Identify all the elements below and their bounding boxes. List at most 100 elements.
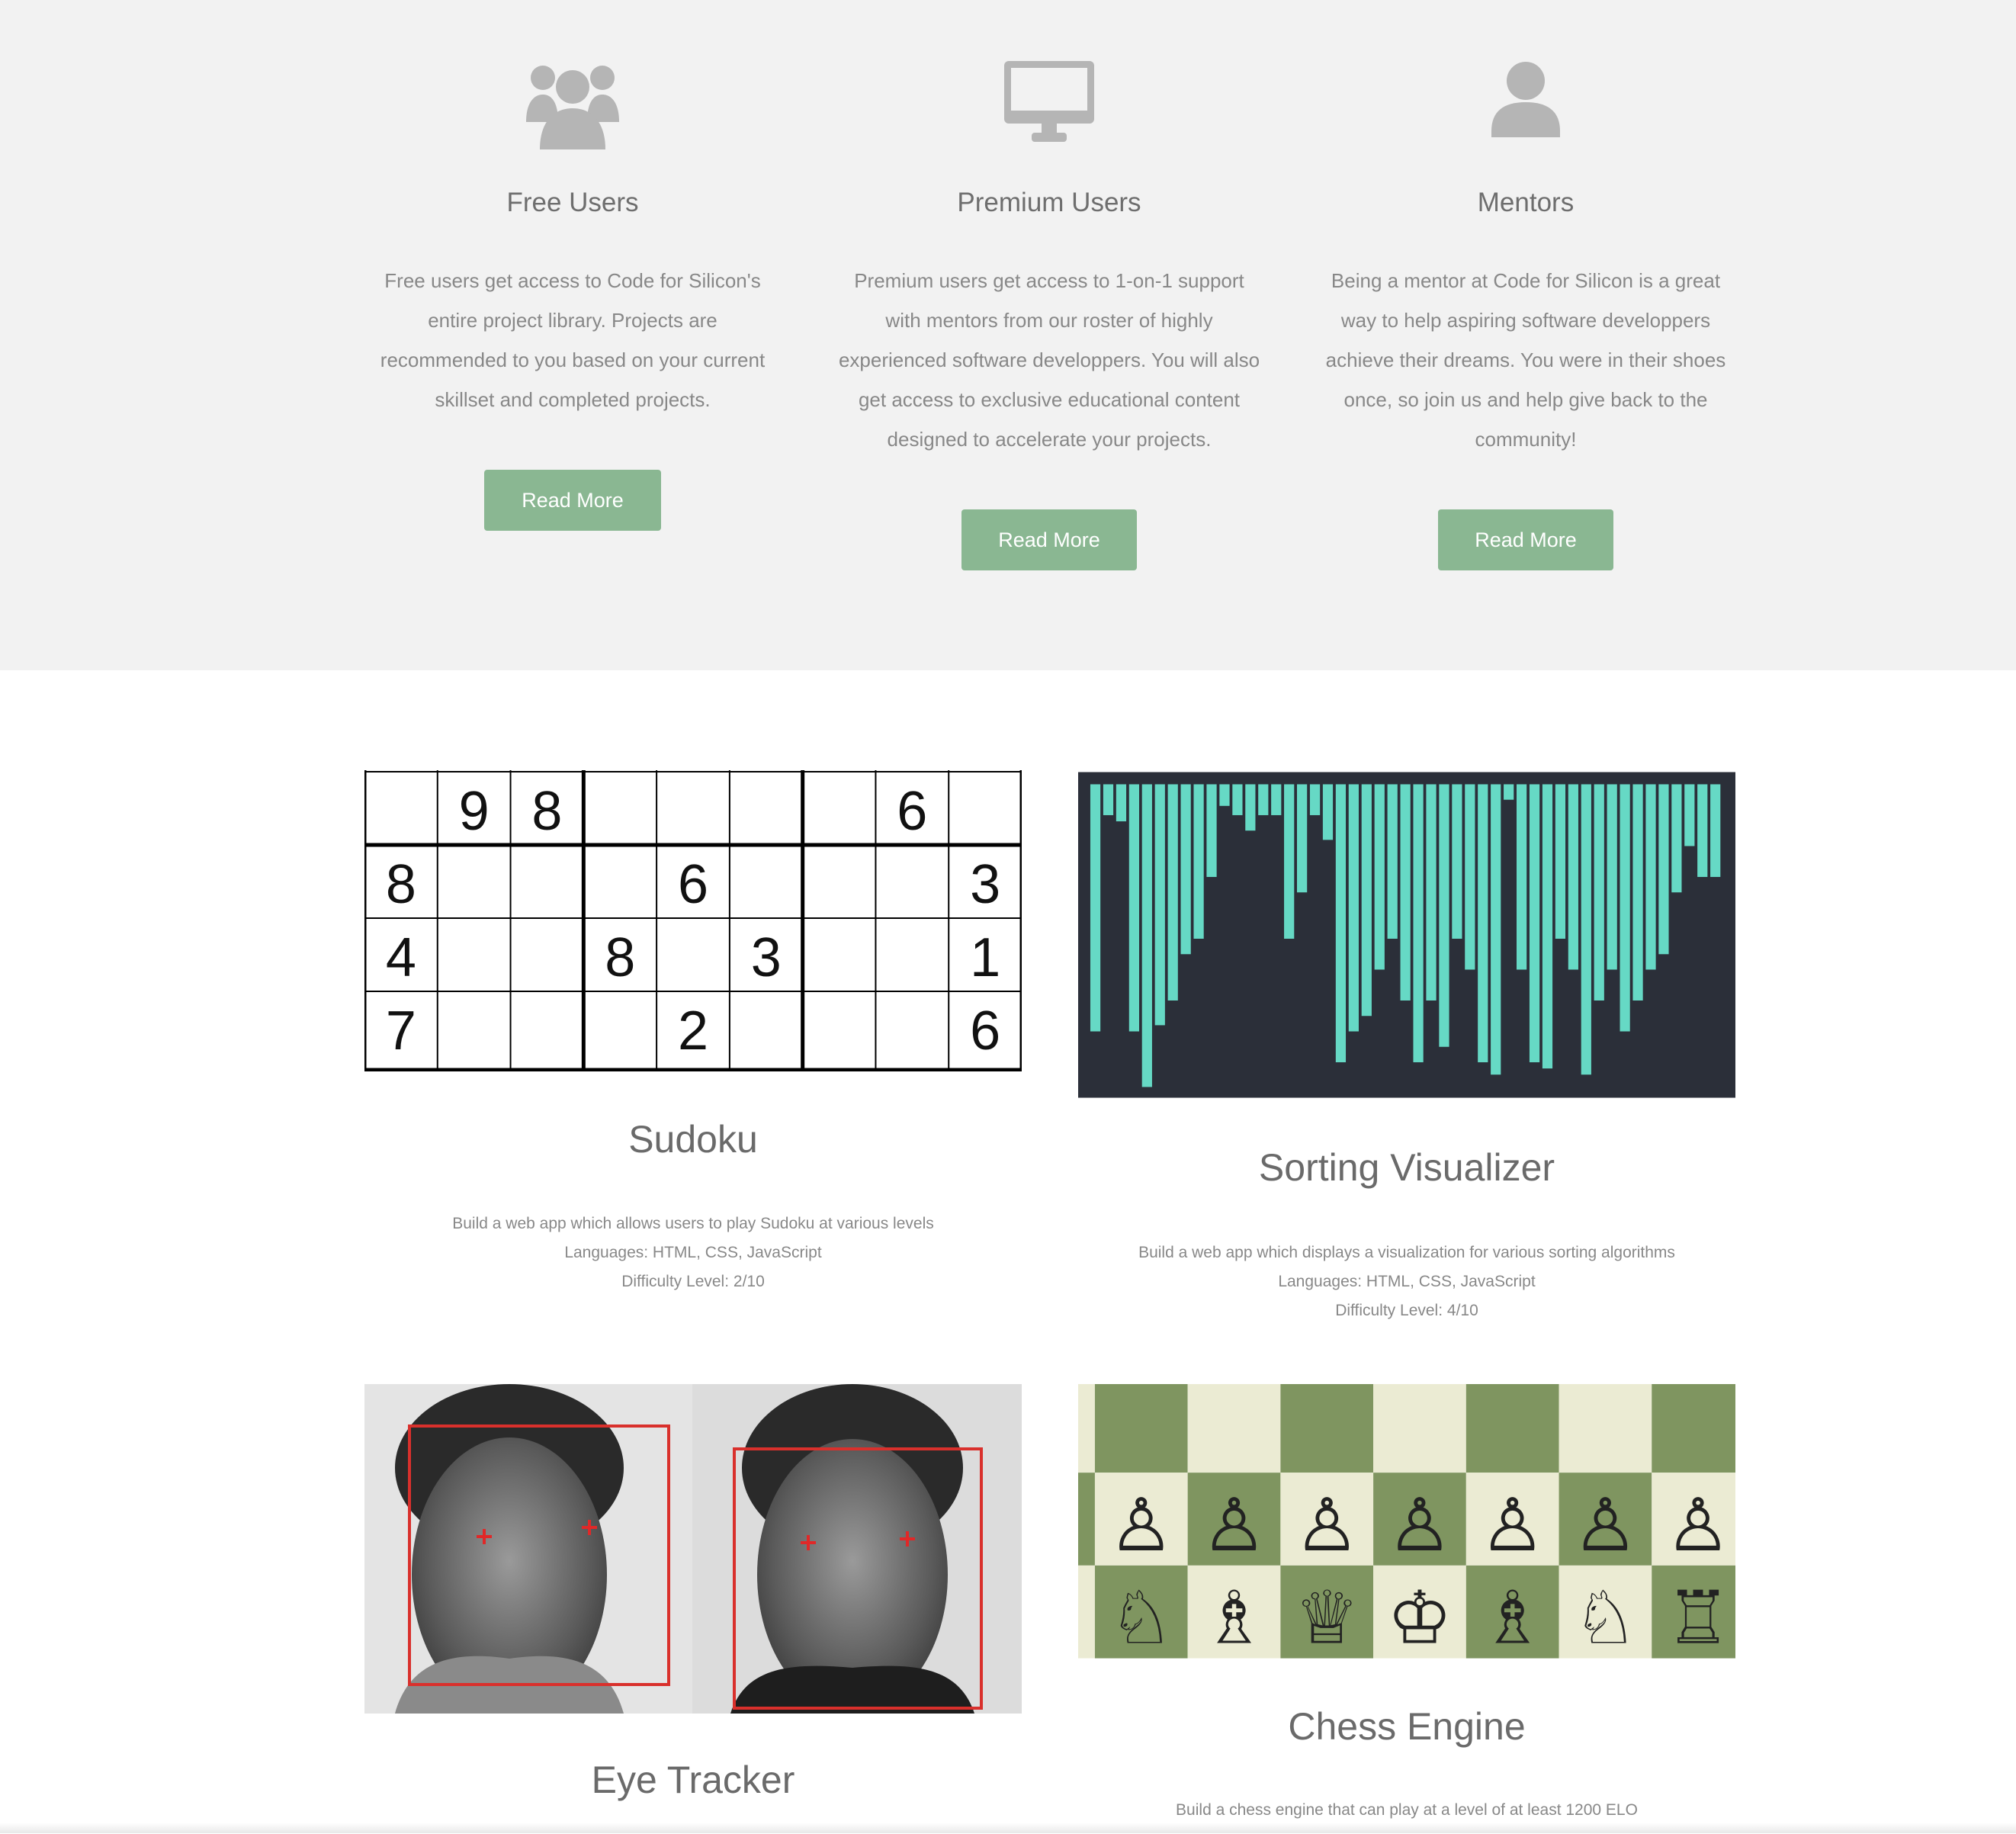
sudoku-thumbnail: 9 8 68 6 34 8 3 17 2 6 <box>364 770 1022 1071</box>
sudoku-digit: 4 <box>386 927 416 988</box>
sort-bar <box>1206 784 1217 877</box>
feature-line: Premium users get access to 1-on-1 suppo… <box>854 269 1244 292</box>
sort-bar <box>1103 784 1114 815</box>
chess-piece: ♔ <box>1387 1575 1453 1659</box>
sort-bar <box>1620 784 1630 1032</box>
sort-bar <box>1219 784 1230 806</box>
chess-square <box>1559 1384 1652 1473</box>
read-more-button[interactable]: Read More <box>1438 509 1613 570</box>
sort-bar <box>1684 784 1695 846</box>
feature-line: Being a mentor at Code for Silicon is a … <box>1331 269 1721 292</box>
sort-bar <box>1465 784 1475 970</box>
sort-bar <box>1516 784 1527 970</box>
project-title: Sorting Visualizer <box>1258 1146 1555 1189</box>
sort-bar <box>1128 784 1139 1032</box>
chess-piece: ♕ <box>1294 1575 1360 1659</box>
feature-line: with mentors from our roster of highly <box>885 309 1213 332</box>
chess-piece: ♘ <box>1109 1575 1174 1659</box>
chess-piece: ♗ <box>1202 1575 1267 1659</box>
chess-piece: ♘ <box>1572 1575 1638 1659</box>
project-title: Chess Engine <box>1288 1705 1526 1748</box>
sort-bar <box>1116 784 1127 822</box>
feature-title: Mentors <box>1477 188 1575 217</box>
project-title: Eye Tracker <box>591 1759 795 1801</box>
sort-bar <box>1413 784 1424 1063</box>
chess-square <box>1187 1384 1281 1473</box>
project-languages: Languages: HTML, CSS, JavaScript <box>1278 1273 1536 1290</box>
chess-pawn: ♙ <box>1480 1482 1546 1568</box>
sort-bar <box>1387 784 1398 939</box>
chess-pawn: ♙ <box>1572 1482 1638 1568</box>
sort-bar <box>1322 784 1334 840</box>
chess-square <box>1465 1384 1559 1473</box>
sort-bar <box>1697 784 1708 877</box>
sort-bar <box>1309 784 1321 815</box>
project-description: Build a web app which allows users to pl… <box>364 1209 1022 1296</box>
project-card-sorting-visualizer[interactable]: Sorting Visualizer Build a web app which… <box>1078 772 1735 1336</box>
sudoku-digit: 6 <box>897 781 927 842</box>
sudoku-digit: 7 <box>386 1001 416 1062</box>
feature-title: Free Users <box>506 188 639 217</box>
sort-bar <box>1297 784 1308 893</box>
sort-bar <box>1232 784 1243 815</box>
desktop-icon <box>1004 61 1094 142</box>
chess-square <box>1094 1384 1188 1473</box>
chess-pawn: ♙ <box>1665 1482 1731 1568</box>
feature-line: way to help aspiring software developper… <box>1340 309 1711 332</box>
feature-line: get access to exclusive educational cont… <box>858 388 1241 411</box>
users-icon <box>526 66 619 149</box>
sort-bar <box>1632 784 1643 1001</box>
chess-square <box>1078 1565 1095 1659</box>
sudoku-digit: 6 <box>970 1001 1000 1062</box>
chess-square <box>1280 1384 1374 1473</box>
feature-line: skillset and completed projects. <box>435 388 711 411</box>
project-difficulty: Difficulty Level: 4/10 <box>1335 1302 1478 1319</box>
project-summary: Build a web app which allows users to pl… <box>452 1215 934 1232</box>
sudoku-digit: 3 <box>751 927 782 988</box>
sort-bar <box>1426 784 1437 1001</box>
project-card-sudoku[interactable]: 9868634831726 Sudoku Build a web app whi… <box>364 770 1022 1304</box>
feature-description: Premium users get access to 1-on-1 suppo… <box>836 261 1263 459</box>
sort-bar <box>1167 784 1178 1001</box>
feature-description: Being a mentor at Code for Silicon is a … <box>1312 261 1739 459</box>
project-card-eye-tracker[interactable]: Eye Tracker <box>364 1384 1022 1811</box>
project-card-chess-engine[interactable]: ♙ ♘ ♙ ♗ ♙ ♕ ♙ ♔ ♙ ♗ ♙ ♘ ♙ ♖ Chess Engine Build a ches… <box>1078 1384 1735 1834</box>
chess-square <box>1652 1384 1735 1473</box>
sort-bar <box>1607 784 1617 970</box>
project-description: Build a web app which displays a visuali… <box>1078 1238 1735 1325</box>
sort-bar <box>1193 784 1204 939</box>
feature-line: recommended to you based on your current <box>380 348 766 371</box>
sudoku-digit: 2 <box>678 1001 708 1062</box>
sudoku-digit: 8 <box>386 854 416 915</box>
chess-square <box>1373 1384 1466 1473</box>
sudoku-digit: 8 <box>531 781 562 842</box>
feature-line: achieve their dreams. You were in their … <box>1325 348 1726 371</box>
read-more-button[interactable]: Read More <box>484 470 661 531</box>
feature-line: Free users get access to Code for Silico… <box>384 269 761 292</box>
sort-bar <box>1452 784 1462 939</box>
chess-piece: ♖ <box>1665 1575 1731 1659</box>
user-icon <box>1491 62 1560 137</box>
sudoku-digit: 8 <box>605 927 635 988</box>
sort-bar <box>1529 784 1540 1063</box>
sort-bar <box>1671 784 1682 893</box>
sort-bar <box>1542 784 1553 1069</box>
bottom-edge-shadow <box>0 1823 2016 1833</box>
eye-tracker-thumbnail <box>364 1384 1022 1714</box>
feature-line: community! <box>1475 428 1577 451</box>
sort-bar <box>1658 784 1669 955</box>
sudoku-digit: 1 <box>970 927 1000 988</box>
sort-bar <box>1594 784 1604 1001</box>
feature-title: Premium Users <box>957 188 1141 217</box>
features-section: Free Users Free users get access to Code… <box>0 0 2016 670</box>
chess-square <box>1078 1473 1095 1566</box>
sudoku-digit: 3 <box>970 854 1000 915</box>
sort-bar <box>1284 784 1295 939</box>
project-difficulty: Difficulty Level: 2/10 <box>621 1273 765 1290</box>
read-more-button[interactable]: Read More <box>961 509 1137 570</box>
chess-piece: ♗ <box>1480 1575 1546 1659</box>
chess-pawn: ♙ <box>1109 1482 1174 1568</box>
sort-bar <box>1400 784 1411 1001</box>
sort-bar <box>1245 784 1256 831</box>
sudoku-digit: 6 <box>678 854 708 915</box>
